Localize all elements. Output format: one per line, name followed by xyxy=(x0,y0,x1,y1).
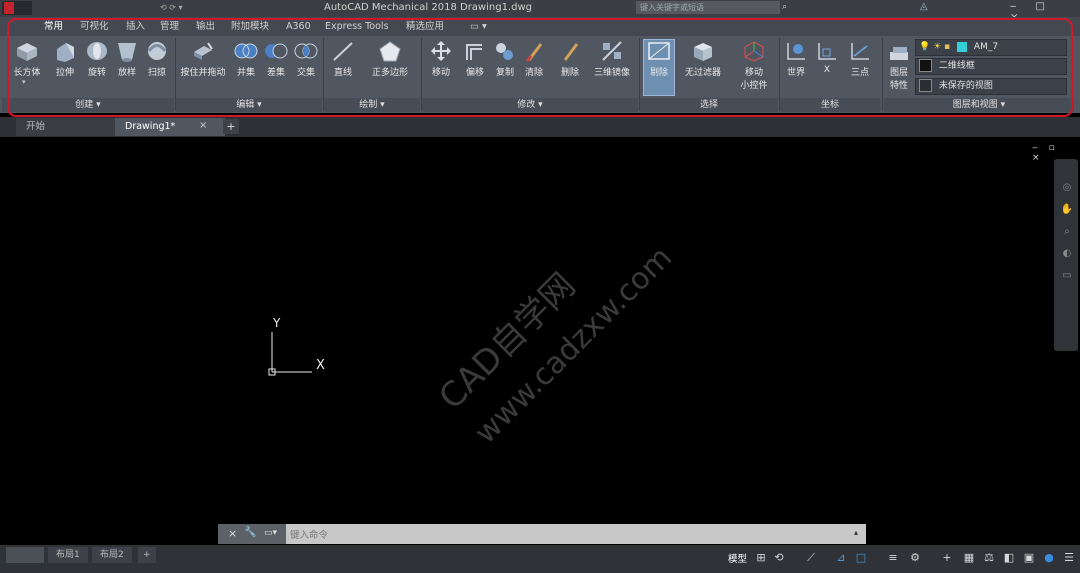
app-logo-icon xyxy=(4,2,14,14)
navigation-bar-icons[interactable]: ◎ ✋ ⌕ ◐ ▭ xyxy=(1060,177,1074,327)
add-layout-button[interactable]: + xyxy=(138,547,156,563)
search-input[interactable]: 键入关键字或短语 xyxy=(636,1,780,14)
gear-icon[interactable]: ⚙ xyxy=(908,551,922,565)
polar-icon[interactable]: ⊿ xyxy=(834,551,848,565)
ortho-icon[interactable]: ⟋ xyxy=(804,551,818,565)
command-line-controls[interactable]: × 🔧 ▭▾ xyxy=(218,524,286,544)
command-scroll-arrow-icon[interactable]: ▴ xyxy=(854,528,858,537)
tab-model-space[interactable] xyxy=(6,547,44,563)
grid-icon[interactable]: ⊞ xyxy=(754,551,768,565)
customize-menu-icon[interactable]: ☰ xyxy=(1062,551,1076,565)
tab-layout1[interactable]: 布局1 xyxy=(48,547,88,563)
tab-drawing1[interactable]: Drawing1* xyxy=(115,118,225,136)
new-tab-button[interactable]: + xyxy=(223,119,239,134)
ucs-x-label: X xyxy=(316,358,325,373)
tab-start[interactable]: 开始 xyxy=(16,118,120,136)
command-line[interactable]: × 🔧 ▭▾ 键入命令 ▴ xyxy=(218,524,866,544)
search-icon[interactable]: ⌕ xyxy=(782,2,794,14)
close-tab-icon[interactable]: × xyxy=(199,120,207,131)
model-toggle[interactable]: 模型 xyxy=(728,551,747,565)
workspace-icon[interactable]: ▦ xyxy=(962,551,976,565)
document-tab-bar: 开始 Drawing1* × + xyxy=(0,117,1080,137)
ucs-y-label: Y xyxy=(273,316,281,330)
plus-icon[interactable]: + xyxy=(940,551,954,565)
isolate-icon[interactable]: ◧ xyxy=(1002,551,1016,565)
quick-access-toolbar[interactable]: ⟲ ⟳ ▾ xyxy=(160,3,220,13)
wrench-icon[interactable]: 🔧 xyxy=(244,527,256,538)
window-title: AutoCAD Mechanical 2018 Drawing1.dwg xyxy=(324,2,532,13)
annotation-scale-icon[interactable]: ⚖ xyxy=(982,551,996,565)
lineweight-icon[interactable]: ≡ xyxy=(886,551,900,565)
ribbon-highlight-outline xyxy=(7,18,1073,117)
viewport-controls[interactable]: ‒ ▫ × xyxy=(1032,143,1076,163)
command-history-icon[interactable]: ▭▾ xyxy=(264,528,277,538)
clean-screen-icon[interactable]: ● xyxy=(1042,551,1056,565)
close-icon[interactable]: × xyxy=(228,527,237,540)
status-bar: 布局1 布局2 + 模型 ⊞ ⟲ ⟋ ⊿ □ ≡ ⚙ + ▦ ⚖ ◧ ▣ ● ☰ xyxy=(0,545,1080,573)
title-bar: ⟲ ⟳ ▾ AutoCAD Mechanical 2018 Drawing1.d… xyxy=(0,0,1080,23)
snap-icon[interactable]: ⟲ xyxy=(772,551,786,565)
window-controls[interactable]: ‒ □ × xyxy=(1010,1,1076,23)
command-input[interactable]: 键入命令 xyxy=(290,527,328,541)
osnap-icon[interactable]: □ xyxy=(854,551,868,565)
tab-layout2[interactable]: 布局2 xyxy=(92,547,132,563)
hardware-accel-icon[interactable]: ▣ xyxy=(1022,551,1036,565)
exchange-icon[interactable]: ◬ xyxy=(920,1,934,15)
